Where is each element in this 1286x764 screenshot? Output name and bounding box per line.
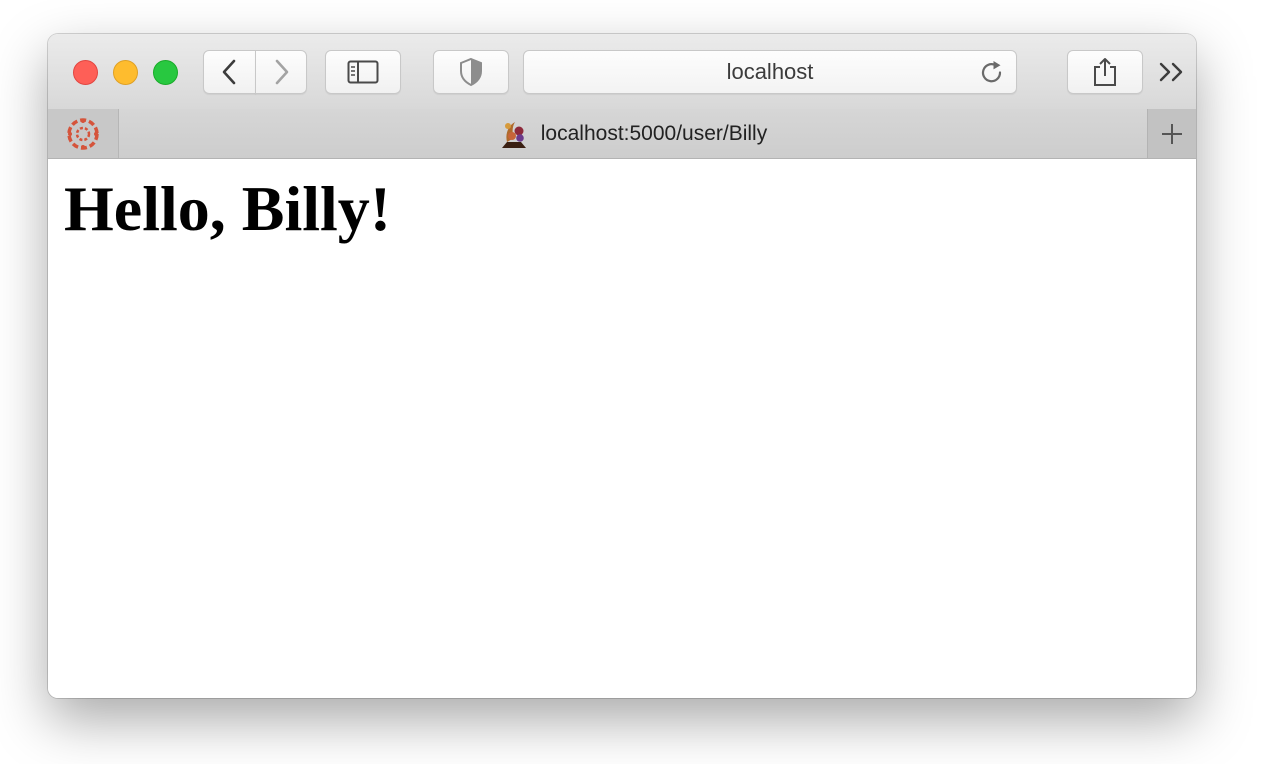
shield-icon — [460, 57, 482, 87]
browser-toolbar: localhost — [48, 34, 1196, 110]
chevron-left-icon — [222, 59, 235, 85]
canvas-logo-icon — [67, 117, 99, 150]
minimize-window-button[interactable] — [113, 60, 138, 85]
address-bar[interactable]: localhost — [523, 50, 1017, 94]
browser-window: localhost localhost:5000/user/Billy Hell… — [48, 34, 1196, 698]
tab-active[interactable]: localhost:5000/user/Billy — [119, 109, 1147, 158]
chevron-right-icon — [275, 59, 289, 85]
back-button[interactable] — [203, 50, 256, 94]
maximize-window-button[interactable] — [153, 60, 178, 85]
cornucopia-favicon-icon — [501, 121, 526, 148]
privacy-report-button[interactable] — [433, 50, 509, 94]
tab-bar: localhost:5000/user/Billy — [48, 109, 1196, 159]
pinned-tab[interactable] — [48, 109, 119, 158]
double-chevron-right-icon[interactable] — [1156, 56, 1188, 88]
tab-title: localhost:5000/user/Billy — [540, 121, 768, 145]
close-window-button[interactable] — [73, 60, 98, 85]
new-tab-button[interactable] — [1147, 109, 1196, 158]
share-button[interactable] — [1067, 50, 1143, 94]
share-icon — [1094, 58, 1116, 86]
address-text: localhost — [726, 59, 814, 84]
plus-icon — [1162, 123, 1182, 144]
reload-icon[interactable] — [978, 59, 1006, 87]
sidebar-icon — [347, 60, 379, 84]
sidebar-toggle-button[interactable] — [325, 50, 401, 94]
page-content: Hello, Billy! — [48, 159, 1196, 698]
page-heading: Hello, Billy! — [64, 173, 392, 244]
forward-button[interactable] — [255, 50, 307, 94]
